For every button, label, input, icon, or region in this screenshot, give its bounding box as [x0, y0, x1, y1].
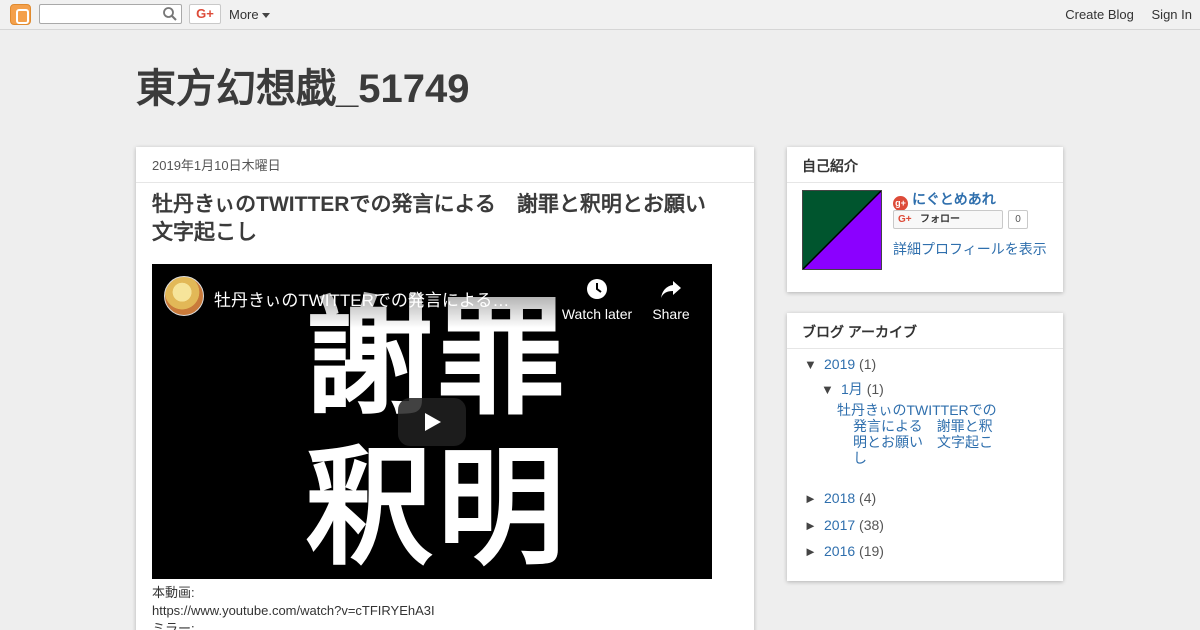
expand-triangle-icon[interactable]: ► [804, 518, 824, 533]
nav-right: Create Blog Sign In [1051, 0, 1192, 30]
clock-icon [587, 279, 607, 299]
archive-year-link[interactable]: 2017 [824, 517, 855, 533]
collapse-triangle-icon[interactable]: ▼ [804, 357, 824, 372]
channel-avatar[interactable] [164, 276, 204, 316]
follow-count: 0 [1008, 210, 1028, 229]
follow-label: フォロー [920, 214, 960, 225]
create-blog-link[interactable]: Create Blog [1065, 7, 1134, 22]
archive-year-count: (38) [859, 517, 884, 533]
expand-triangle-icon[interactable]: ► [804, 491, 824, 506]
profile-heading: 自己紹介 [787, 147, 1063, 183]
gplus-icon: g+ [893, 196, 908, 211]
share-arrow-icon [661, 281, 681, 298]
profile-avatar[interactable] [802, 190, 882, 270]
archive-year-count: (19) [859, 543, 884, 559]
post-body-line: ミラー: [152, 621, 195, 630]
expand-triangle-icon[interactable]: ► [804, 544, 824, 559]
more-label: More [229, 7, 259, 22]
sign-in-link[interactable]: Sign In [1152, 7, 1192, 22]
search-icon[interactable] [162, 6, 178, 22]
post-card: 2019年1月10日木曜日 牡丹きぃのTWITTERでの発言による 謝罪と釈明と… [136, 147, 754, 630]
archive-year-row: ► 2016 (19) [804, 543, 884, 559]
archive-year-row: ► 2018 (4) [804, 490, 876, 506]
archive-month-count: (1) [866, 381, 884, 397]
video-title[interactable]: 牡丹きぃのTWITTERでの発言による… [214, 286, 544, 311]
blog-title[interactable]: 東方幻想戯_51749 [136, 56, 469, 114]
post-date: 2019年1月10日木曜日 [136, 147, 754, 183]
watch-later-label: Watch later [561, 306, 633, 322]
watch-later-button[interactable]: Watch later [560, 274, 634, 322]
view-profile-link[interactable]: 詳細プロフィールを表示 [893, 239, 1047, 259]
profile-name-link[interactable]: g+ にぐとめあれ [893, 189, 996, 211]
archive-year-link[interactable]: 2016 [824, 543, 855, 559]
archive-year-row: ▼ 2019 (1) [804, 356, 876, 372]
archive-month-link[interactable]: 1月 [841, 381, 863, 397]
archive-heading: ブログ アーカイブ [787, 313, 1063, 349]
gplus-share-button[interactable]: G+ [189, 4, 221, 24]
caret-down-icon [261, 13, 270, 19]
archive-year-link[interactable]: 2018 [824, 490, 855, 506]
archive-year-count: (4) [859, 490, 877, 506]
share-button[interactable]: Share [646, 274, 696, 322]
archive-year-count: (1) [859, 356, 877, 372]
archive-post-link[interactable]: 牡丹きぃのTWITTERでの発言による 謝罪と釈明とお願い 文字起こし [837, 402, 1002, 466]
archive-month-row: ▼ 1月 (1) [821, 379, 884, 399]
post-body-line: 本動画: [152, 585, 195, 600]
blogger-logo-icon[interactable] [10, 4, 31, 25]
archive-year-row: ► 2017 (38) [804, 517, 884, 533]
share-label: Share [652, 306, 690, 322]
search-input[interactable] [39, 4, 182, 24]
profile-name: にぐとめあれ [912, 191, 996, 207]
post-body: 本動画: https://www.youtube.com/watch?v=cTF… [152, 584, 742, 630]
post-title[interactable]: 牡丹きぃのTWITTERでの発言による 謝罪と釈明とお願い 文字起こし [152, 191, 742, 247]
play-button[interactable] [398, 398, 466, 446]
archive-year-link[interactable]: 2019 [824, 356, 855, 372]
gplus-small-icon: G+ [898, 214, 912, 225]
post-body-link[interactable]: https://www.youtube.com/watch?v=cTFIRYEh… [152, 602, 742, 620]
navbar: G+ More Create Blog Sign In [0, 0, 1200, 30]
archive-widget: ブログ アーカイブ ▼ 2019 (1) ▼ 1月 (1) 牡丹きぃのTWITTER… [787, 313, 1063, 581]
more-menu[interactable]: More [229, 0, 270, 30]
video-player[interactable]: 謝罪釈明 牡丹きぃのTWITTERでの発言による… Watch later Sh… [152, 264, 712, 579]
collapse-triangle-icon[interactable]: ▼ [821, 382, 841, 397]
profile-widget: 自己紹介 g+ にぐとめあれ G+ フォロー 0 詳細プロフィールを表示 [787, 147, 1063, 292]
follow-button[interactable]: G+ フォロー [893, 210, 1003, 229]
